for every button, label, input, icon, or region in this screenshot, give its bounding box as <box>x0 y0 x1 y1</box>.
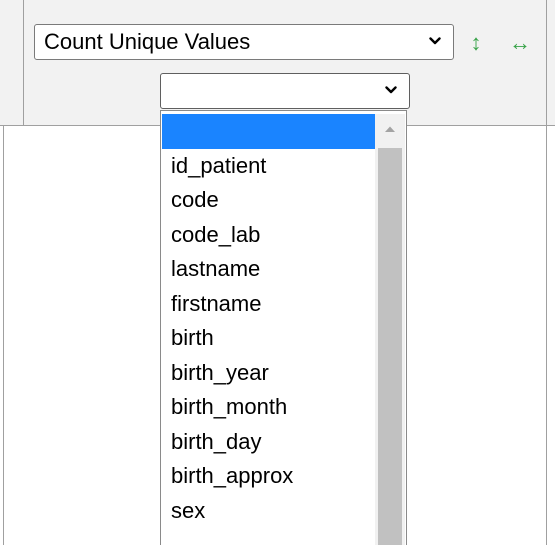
scroll-up-arrow-icon[interactable] <box>375 114 405 144</box>
dropdown-option[interactable]: birth_day <box>162 425 375 460</box>
horizontal-arrows-icon[interactable]: ↔ <box>504 28 536 58</box>
dropdown-option[interactable]: birth <box>162 321 375 356</box>
panel-left-divider <box>23 0 24 125</box>
dropdown-option[interactable]: birth_approx <box>162 459 375 494</box>
attribute-dropdown-list[interactable]: id_patient code code_lab lastname firstn… <box>160 110 407 545</box>
pivot-ui-page: Count Unique Values ↕ ↔ id_patient code … <box>0 0 555 545</box>
attribute-select[interactable] <box>160 73 410 109</box>
dropdown-option[interactable]: id_patient <box>162 149 375 184</box>
dropdown-options: id_patient code code_lab lastname firstn… <box>162 114 375 528</box>
dropdown-scrollbar[interactable] <box>375 114 405 545</box>
dropdown-option[interactable]: firstname <box>162 287 375 322</box>
chevron-down-icon <box>385 86 397 94</box>
dropdown-option[interactable]: lastname <box>162 252 375 287</box>
panel-right-divider <box>546 0 547 545</box>
dropdown-option[interactable]: code_lab <box>162 218 375 253</box>
chevron-down-icon <box>429 37 441 45</box>
dropdown-option[interactable] <box>162 114 375 149</box>
dropdown-option[interactable]: code <box>162 183 375 218</box>
aggregator-select[interactable]: Count Unique Values <box>34 24 454 60</box>
dropdown-option[interactable]: birth_year <box>162 356 375 391</box>
dropdown-option[interactable]: sex <box>162 494 375 529</box>
scrollbar-thumb[interactable] <box>378 148 402 545</box>
triangle-up-icon <box>385 126 395 132</box>
vertical-arrows-icon[interactable]: ↕ <box>469 28 483 58</box>
dropdown-option[interactable]: birth_month <box>162 390 375 425</box>
aggregator-select-value: Count Unique Values <box>44 29 251 54</box>
table-left-divider <box>3 125 4 545</box>
